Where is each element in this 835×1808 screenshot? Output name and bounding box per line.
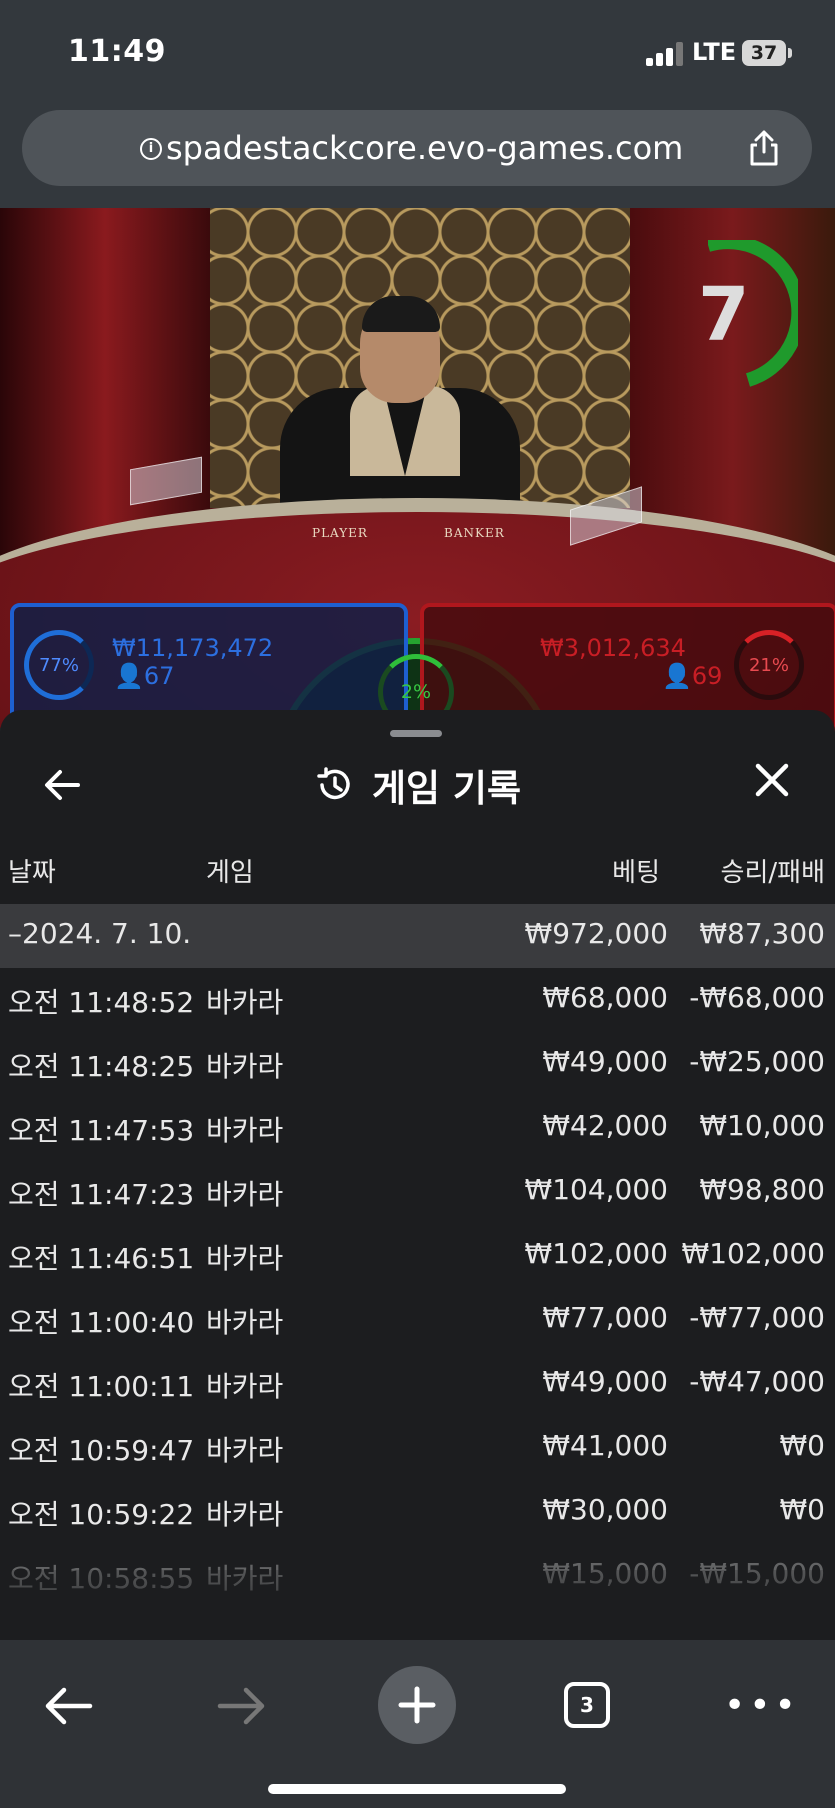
- user-icon: 👤: [114, 662, 144, 690]
- browser-toolbar: 3 •••: [0, 1640, 835, 1808]
- game-history-sheet: 게임 기록 날짜 게임 베팅 승리/패배 –2024. 7. 10. ₩972,…: [0, 710, 835, 1640]
- row-bet: ₩42,000: [542, 1109, 668, 1142]
- sheet-title: 게임 기록: [371, 767, 522, 810]
- history-row[interactable]: 오전 10:59:47 바카라 ₩41,000 ₩0: [0, 1416, 835, 1480]
- column-header-date: 날짜: [8, 858, 56, 888]
- row-time: 오전 11:47:23: [8, 1178, 195, 1211]
- row-bet: ₩102,000: [524, 1237, 668, 1270]
- history-row[interactable]: 오전 11:46:51 바카라 ₩102,000 ₩102,000: [0, 1224, 835, 1288]
- user-icon: 👤: [662, 662, 692, 690]
- row-result: ₩0: [779, 1493, 826, 1526]
- table-label-banker: BANKER: [444, 526, 505, 540]
- banker-total-bet: ₩3,012,634: [540, 634, 686, 662]
- history-row[interactable]: 오전 11:48:25 바카라 ₩49,000 -₩25,000: [0, 1032, 835, 1096]
- share-icon[interactable]: [744, 128, 784, 168]
- row-game: 바카라: [206, 986, 284, 1019]
- tab-switcher-button[interactable]: 3: [564, 1682, 610, 1728]
- row-bet: ₩68,000: [542, 981, 668, 1014]
- table-label-player: PLAYER: [312, 526, 368, 540]
- row-result: -₩47,000: [689, 1365, 825, 1398]
- row-bet: ₩49,000: [542, 1045, 668, 1078]
- row-time: 오전 11:48:25: [8, 1050, 195, 1083]
- row-bet: ₩30,000: [542, 1493, 668, 1526]
- row-time: 오전 11:48:52: [8, 986, 195, 1019]
- date-group-bet: ₩972,000: [524, 917, 668, 950]
- row-time: 오전 11:46:51: [8, 1242, 195, 1275]
- banker-count: 👤69: [662, 662, 722, 690]
- history-row[interactable]: 오전 11:00:11 바카라 ₩49,000 -₩47,000: [0, 1352, 835, 1416]
- signal-icon: [646, 40, 686, 66]
- clock: 11:49: [68, 34, 166, 69]
- history-row[interactable]: 오전 11:47:23 바카라 ₩104,000 ₩98,800: [0, 1160, 835, 1224]
- countdown-number: 7: [698, 272, 750, 358]
- history-icon: [317, 767, 350, 800]
- date-group-result: ₩87,300: [699, 917, 825, 950]
- row-game: 바카라: [206, 1242, 284, 1275]
- info-icon[interactable]: i: [140, 138, 162, 160]
- back-icon[interactable]: [38, 1676, 98, 1736]
- row-time: 오전 10:59:22: [8, 1498, 195, 1531]
- date-group-row[interactable]: –2024. 7. 10. ₩972,000 ₩87,300: [0, 904, 835, 968]
- new-tab-button[interactable]: [378, 1666, 456, 1744]
- forward-icon[interactable]: [212, 1676, 272, 1736]
- history-row[interactable]: 오전 11:48:52 바카라 ₩68,000 -₩68,000: [0, 968, 835, 1032]
- close-icon[interactable]: [752, 760, 792, 800]
- history-table: –2024. 7. 10. ₩972,000 ₩87,300 오전 11:48:…: [0, 904, 835, 1608]
- player-percent: 77%: [24, 630, 94, 700]
- more-menu-icon[interactable]: •••: [724, 1688, 800, 1724]
- row-bet: ₩49,000: [542, 1365, 668, 1398]
- banker-percent: 21%: [734, 630, 804, 700]
- player-total-bet: ₩11,173,472: [112, 634, 274, 662]
- row-result: -₩68,000: [689, 981, 825, 1014]
- row-time: 오전 10:59:47: [8, 1434, 195, 1467]
- row-result: ₩0: [779, 1429, 826, 1462]
- row-game: 바카라: [206, 1114, 284, 1147]
- column-header-game: 게임: [206, 858, 254, 888]
- row-result: ₩102,000: [681, 1237, 825, 1270]
- date-group-label: –2024. 7. 10.: [8, 917, 192, 950]
- row-bet: ₩41,000: [542, 1429, 668, 1462]
- network-type: LTE: [692, 38, 737, 66]
- column-header-bet: 베팅: [612, 858, 660, 888]
- status-bar: 11:49 LTE 37: [0, 0, 835, 100]
- row-game: 바카라: [206, 1050, 284, 1083]
- row-bet: ₩104,000: [524, 1173, 668, 1206]
- player-count-value: 67: [143, 662, 175, 690]
- column-header-result: 승리/패배: [720, 858, 825, 888]
- home-indicator[interactable]: [268, 1784, 566, 1794]
- plus-icon: [398, 1686, 436, 1724]
- history-row[interactable]: 오전 10:59:22 바카라 ₩30,000 ₩0: [0, 1480, 835, 1544]
- row-time: 오전 11:00:11: [8, 1370, 195, 1403]
- row-game: 바카라: [206, 1306, 284, 1339]
- row-bet: ₩77,000: [542, 1301, 668, 1334]
- address-bar[interactable]: i spadestackcore.evo-games.com: [22, 110, 812, 186]
- history-row[interactable]: 오전 11:47:53 바카라 ₩42,000 ₩10,000: [0, 1096, 835, 1160]
- history-row[interactable]: 오전 11:00:40 바카라 ₩77,000 -₩77,000: [0, 1288, 835, 1352]
- row-result: ₩98,800: [699, 1173, 825, 1206]
- player-count: 👤67: [114, 662, 174, 690]
- sheet-header: 게임 기록: [0, 758, 835, 812]
- battery-icon: 37: [742, 40, 792, 66]
- row-result: ₩10,000: [699, 1109, 825, 1142]
- row-game: 바카라: [206, 1434, 284, 1467]
- row-result: -₩25,000: [689, 1045, 825, 1078]
- row-game: 바카라: [206, 1498, 284, 1531]
- row-result: -₩77,000: [689, 1301, 825, 1334]
- scroll-fade: [0, 1570, 835, 1640]
- row-time: 오전 11:00:40: [8, 1306, 195, 1339]
- browser-bar: i spadestackcore.evo-games.com: [0, 100, 835, 208]
- row-time: 오전 11:47:53: [8, 1114, 195, 1147]
- sheet-drag-handle[interactable]: [390, 730, 442, 737]
- url-text[interactable]: spadestackcore.evo-games.com: [166, 129, 683, 167]
- banker-count-value: 69: [691, 662, 723, 690]
- row-game: 바카라: [206, 1178, 284, 1211]
- row-game: 바카라: [206, 1370, 284, 1403]
- history-rows: 오전 11:48:52 바카라 ₩68,000 -₩68,000 오전 11:48:25…: [0, 968, 835, 1608]
